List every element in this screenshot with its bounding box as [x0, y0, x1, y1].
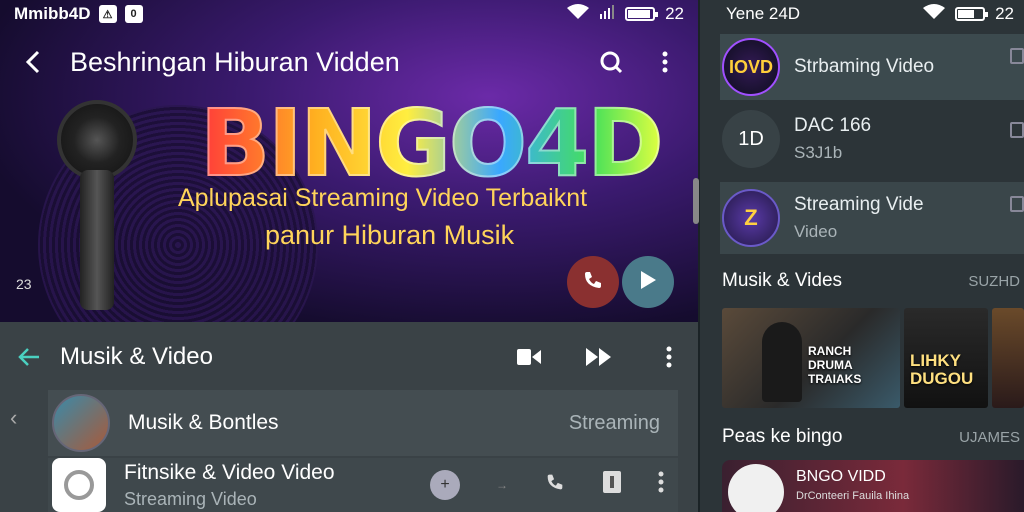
play-icon	[638, 269, 658, 296]
status-bar: Yene 24D 22	[700, 0, 1024, 28]
play-button[interactable]	[622, 256, 674, 308]
thumbnail-caption: RANCH DRUMA TRAIAKS	[808, 344, 862, 386]
page-title: Beshringan Hiburan Vidden	[70, 46, 400, 77]
wifi-icon	[567, 3, 590, 25]
hero-subtagline: panur Hiburan Musik	[265, 220, 515, 250]
main-pane: Mmibb4D ⚠ 0 22 Beshringan Hiburan Vidden	[0, 0, 698, 512]
status-time: 22	[995, 4, 1014, 23]
notification-icon: ⚠	[98, 5, 117, 23]
battery-icon	[625, 7, 659, 21]
list-item-title: Strbaming Video	[794, 56, 935, 77]
status-app-name: Yene 24D	[726, 4, 801, 23]
featured-card[interactable]: BNGO VIDD DrConteeri Fauila Ihina	[722, 460, 1024, 512]
fast-forward-icon[interactable]	[584, 342, 614, 372]
video-thumbnail[interactable]: RANCH DRUMA TRAIAKS	[722, 308, 900, 408]
app-icon	[52, 458, 106, 512]
featured-title: BNGO VIDD	[796, 468, 886, 485]
list-item[interactable]: 1D DAC 166 S3J1b	[720, 108, 1024, 170]
video-thumbnail[interactable]	[992, 308, 1024, 408]
checkbox[interactable]	[1010, 122, 1024, 138]
back-icon[interactable]	[18, 47, 48, 77]
section-title: Peas ke bingo	[722, 426, 843, 447]
more-options-icon[interactable]	[658, 471, 664, 499]
list-item-title: DAC 166	[794, 115, 872, 136]
section-toolbar: Musik & Video	[0, 322, 698, 392]
list-item-label: Musik & Bontles	[128, 411, 279, 434]
list-item[interactable]: IOVD Strbaming Video	[720, 34, 1024, 100]
channel-logo: IOVD	[722, 38, 780, 96]
video-carousel: RANCH DRUMA TRAIAKS LIHKY DUGOU	[722, 308, 1024, 410]
hero-banner: Mmibb4D ⚠ 0 22 Beshringan Hiburan Vidden	[0, 0, 698, 322]
battery-icon	[955, 7, 989, 21]
status-time: 22	[665, 4, 684, 23]
speaker-graphic	[57, 100, 137, 180]
chevron-left-icon[interactable]: ‹	[10, 405, 34, 430]
share-button[interactable]	[567, 256, 619, 308]
section-meta[interactable]: SUZHD	[968, 273, 1020, 290]
back-arrow-icon[interactable]	[14, 342, 44, 372]
list-item[interactable]: Z Streaming Vide Video	[720, 182, 1024, 254]
search-icon[interactable]	[596, 47, 626, 77]
video-camera-icon[interactable]	[514, 342, 544, 372]
app-bar: Beshringan Hiburan Vidden	[0, 42, 698, 82]
list-item-label: Fitnsike & Video Video	[124, 460, 335, 484]
video-thumbnail[interactable]: LIHKY DUGOU	[904, 308, 988, 408]
list-item-title: Streaming Vide	[794, 194, 924, 215]
hero-tagline: Aplupasai Streaming Video Terbaiknt	[178, 184, 588, 212]
phone-icon	[581, 268, 605, 297]
section-meta[interactable]: UJAMES	[959, 429, 1020, 446]
document-icon[interactable]	[602, 470, 622, 500]
phone-icon[interactable]	[544, 471, 566, 499]
section-header: Peas ke bingo UJAMES	[722, 426, 1024, 448]
checkbox[interactable]	[1010, 196, 1024, 212]
list-item-subtitle: S3J1b	[794, 143, 843, 162]
avatar	[52, 394, 110, 452]
signal-icon	[599, 4, 615, 25]
arrow-icon: →	[496, 478, 508, 492]
status-app-name: Mmibb4D	[14, 4, 91, 23]
section-header: Musik & Vides SUZHD	[722, 270, 1024, 292]
plus-icon[interactable]: +	[430, 470, 460, 500]
more-options-icon[interactable]	[654, 342, 684, 372]
avatar	[728, 464, 784, 512]
status-bar: Mmibb4D ⚠ 0 22	[0, 0, 698, 28]
side-pane: Yene 24D 22 IOVD Strbaming Video 1D DAC …	[700, 0, 1024, 512]
thumbnail-caption: LIHKY DUGOU	[910, 351, 974, 389]
channel-logo: 1D	[722, 110, 780, 168]
notification-count-icon: 0	[124, 5, 143, 23]
section-title: Musik & Vides	[722, 270, 843, 291]
list-item-sublabel: Streaming Video	[124, 488, 257, 509]
more-options-icon[interactable]	[650, 47, 680, 77]
wifi-icon	[923, 3, 946, 25]
featured-subtitle: DrConteeri Fauila Ihina	[796, 490, 910, 502]
list-item[interactable]: Fitnsike & Video Video Streaming Video +…	[48, 458, 678, 512]
hero-counter: 23	[16, 276, 32, 292]
checkbox[interactable]	[1010, 48, 1024, 64]
list-item-subtitle: Video	[794, 222, 838, 241]
brand-logo: BINGO4D	[199, 89, 664, 198]
section-title: Musik & Video	[60, 343, 213, 370]
microphone-graphic	[80, 170, 114, 310]
pane-divider-handle[interactable]	[693, 178, 699, 224]
channel-logo: Z	[722, 189, 780, 247]
list-item[interactable]: Musik & Bontles Streaming	[48, 390, 678, 456]
list-item-meta: Streaming	[568, 411, 660, 434]
